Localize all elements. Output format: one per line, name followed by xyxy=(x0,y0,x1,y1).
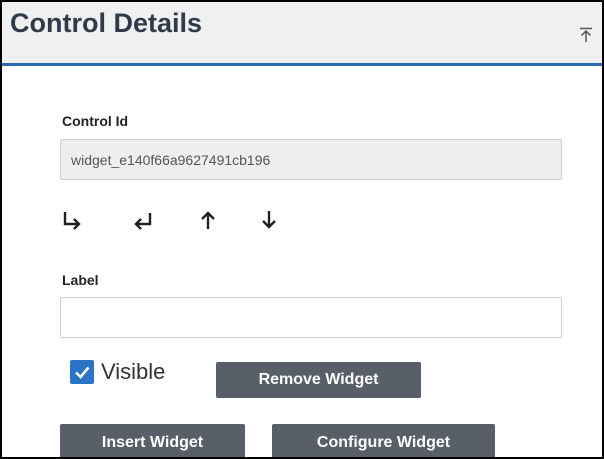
panel-title: Control Details xyxy=(10,8,203,38)
control-id-label: Control Id xyxy=(62,113,129,129)
visible-label: Visible xyxy=(101,359,166,384)
move-down-icon[interactable] xyxy=(256,207,282,233)
panel-header: Control Details xyxy=(2,2,602,66)
control-details-panel: Control Details Control Id widget_e140f6… xyxy=(0,0,604,459)
remove-widget-button[interactable]: Remove Widget xyxy=(216,362,421,398)
insert-widget-button[interactable]: Insert Widget xyxy=(60,424,245,457)
visible-checkbox[interactable] xyxy=(70,360,94,384)
move-up-icon[interactable] xyxy=(195,207,221,233)
checkmark-icon xyxy=(75,366,90,379)
label-field-label: Label xyxy=(62,272,99,288)
move-right-icon[interactable] xyxy=(59,207,85,233)
collapse-up-icon[interactable] xyxy=(578,26,594,44)
label-input[interactable] xyxy=(60,297,562,338)
control-id-field[interactable] xyxy=(60,139,562,180)
visible-checkbox-group[interactable]: Visible xyxy=(70,357,165,387)
configure-widget-button[interactable]: Configure Widget xyxy=(272,424,495,457)
move-left-icon[interactable] xyxy=(130,207,156,233)
